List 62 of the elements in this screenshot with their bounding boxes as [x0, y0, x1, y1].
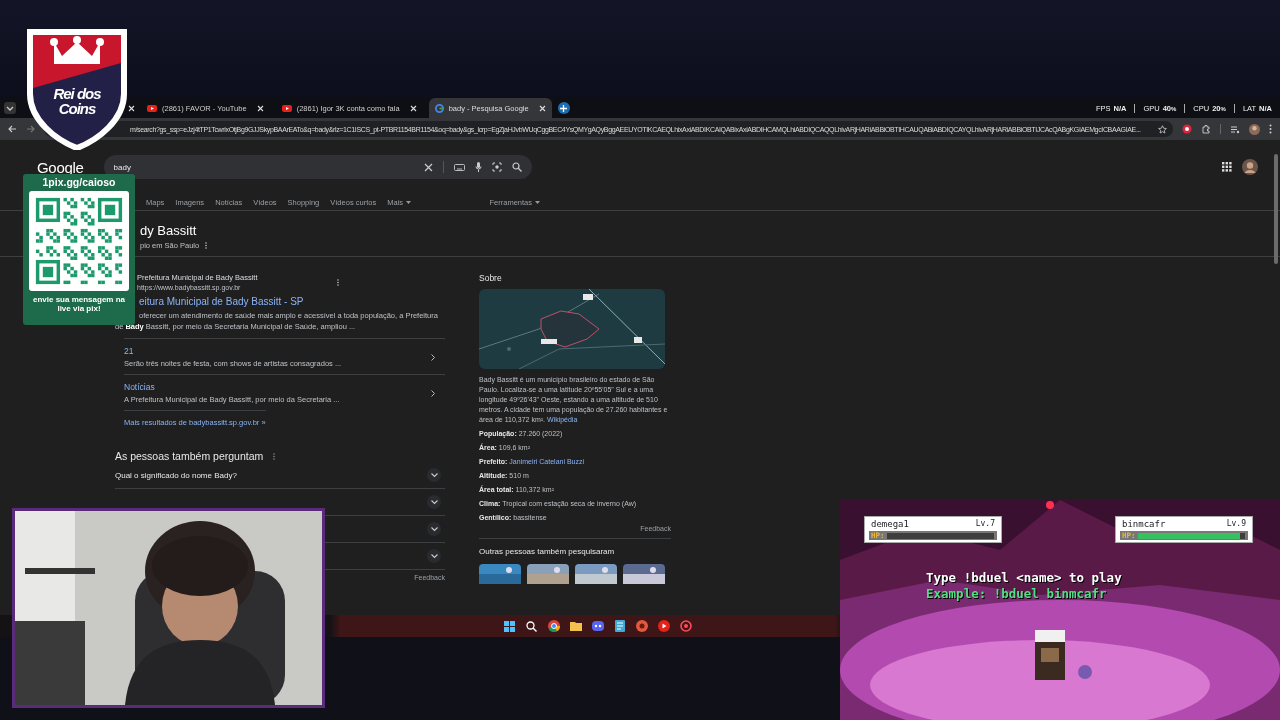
puzzle-icon[interactable]: [1201, 124, 1211, 134]
sitelink[interactable]: Notícias: [124, 382, 155, 392]
new-tab-button[interactable]: [557, 102, 570, 114]
player-name: binmcafr: [1122, 519, 1166, 529]
google-logo[interactable]: Google: [37, 158, 84, 176]
caret-icon: [535, 200, 540, 204]
close-icon[interactable]: [409, 104, 417, 112]
expand-icon[interactable]: [427, 522, 441, 536]
section-heading: Sobre: [479, 273, 503, 283]
chrome-icon[interactable]: [546, 619, 561, 633]
logo-text: Rei dos: [53, 86, 101, 101]
sitelink[interactable]: 21: [124, 346, 134, 356]
clear-icon[interactable]: [423, 162, 433, 172]
notes-icon[interactable]: [612, 619, 627, 633]
expand-icon[interactable]: [427, 549, 441, 563]
camera-icon[interactable]: [491, 162, 502, 172]
chevron-icon[interactable]: [431, 389, 435, 397]
result-link[interactable]: eitura Municipal de Bady Bassitt - SP: [139, 296, 304, 307]
search-field[interactable]: bady: [103, 155, 532, 179]
more-icon[interactable]: [337, 278, 340, 286]
game-example: Example: !bduel binmcafr: [926, 586, 1108, 602]
chevron-icon[interactable]: [431, 353, 435, 361]
more-icon[interactable]: [273, 452, 276, 460]
microphone-icon[interactable]: [474, 162, 482, 172]
youtube-icon: [147, 104, 157, 112]
player-level: Lv.9: [1226, 519, 1246, 529]
close-icon[interactable]: [256, 104, 264, 112]
player-level: Lv.7: [975, 519, 995, 529]
entity-title: dy Bassitt: [140, 223, 197, 238]
folder-icon[interactable]: [568, 619, 583, 633]
discord-icon[interactable]: [590, 619, 605, 633]
google-icon: [434, 103, 444, 113]
close-icon[interactable]: [538, 104, 546, 112]
expand-icon[interactable]: [427, 495, 441, 509]
section-heading: Outras pessoas também pesquisaram: [479, 547, 616, 556]
media-icon[interactable]: [1230, 124, 1240, 134]
avatar-icon[interactable]: [1249, 123, 1260, 135]
apps-icon[interactable]: [1222, 162, 1232, 172]
close-icon[interactable]: [128, 104, 135, 112]
logo-text: Coins: [58, 101, 96, 116]
search-icon[interactable]: [511, 162, 522, 172]
expand-icon[interactable]: [427, 468, 441, 482]
menu-icon[interactable]: [1269, 124, 1272, 134]
game-icon[interactable]: [634, 619, 649, 633]
player-name: demega1: [871, 519, 909, 529]
record-icon[interactable]: [1182, 124, 1192, 134]
youtube-icon[interactable]: [656, 619, 671, 633]
avatar-icon[interactable]: [1242, 159, 1258, 175]
search-icon[interactable]: [524, 619, 539, 633]
star-icon[interactable]: [1158, 124, 1167, 134]
question-text[interactable]: Qual o significado do nome Bady?: [115, 470, 237, 480]
forward-icon[interactable]: [26, 125, 35, 133]
pix-url: 1pix.gg/caioso: [42, 176, 116, 188]
section-heading: As pessoas também perguntam: [115, 450, 264, 462]
back-icon[interactable]: [8, 125, 17, 133]
pix-message: envie sua mensagem na live via pix!: [31, 295, 126, 313]
more-icon[interactable]: [205, 242, 208, 249]
caret-icon: [406, 200, 411, 204]
game-prompt: Type !bduel <name> to play: [926, 570, 1122, 586]
keyboard-icon[interactable]: [453, 163, 465, 171]
youtube-icon: [281, 104, 292, 112]
windows-icon[interactable]: [502, 619, 517, 633]
